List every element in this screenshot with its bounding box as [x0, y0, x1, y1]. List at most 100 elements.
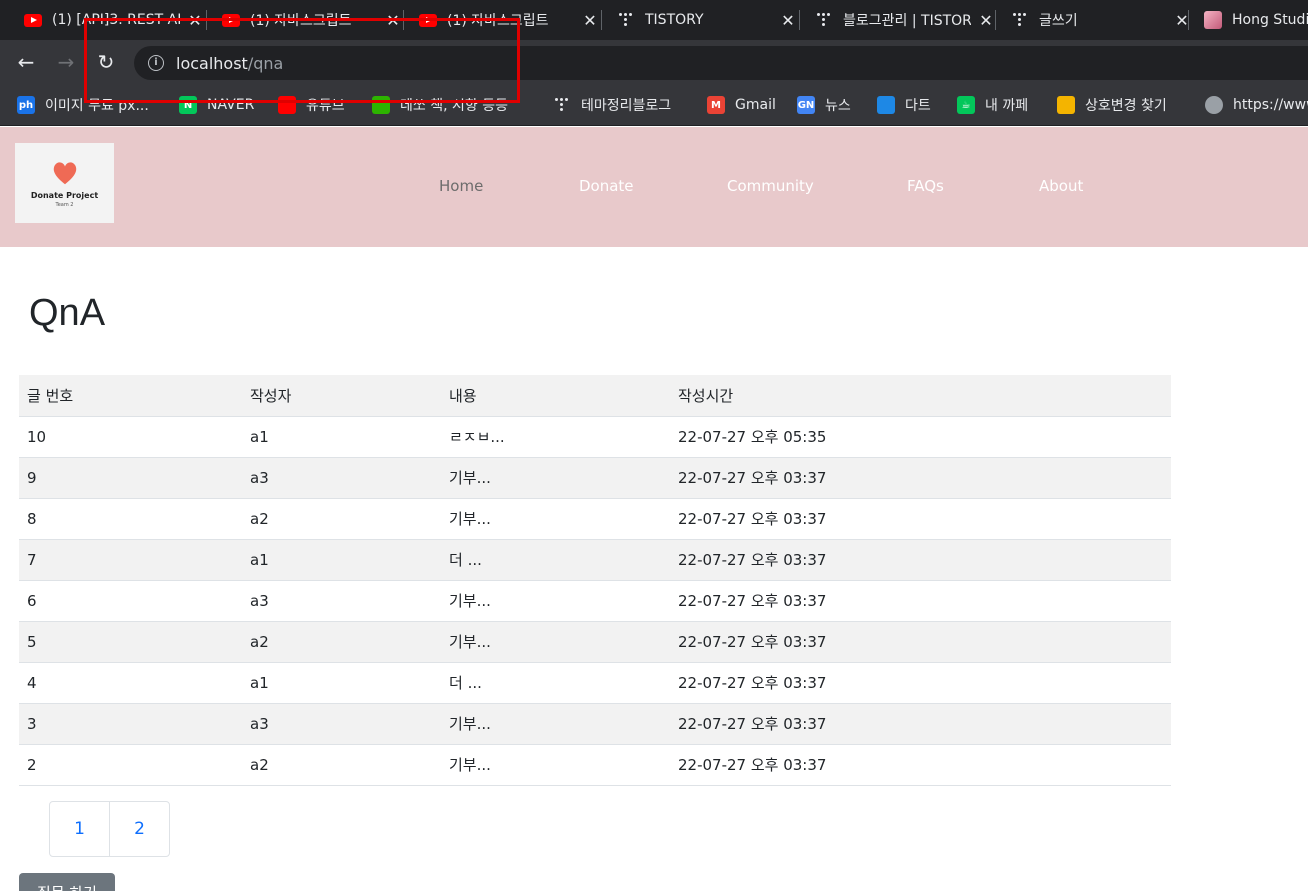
cell-number: 3	[19, 703, 242, 745]
bookmark-item[interactable]: N NAVER	[179, 94, 254, 116]
ask-question-button[interactable]: 질문 하기	[19, 873, 115, 891]
bookmark-item[interactable]: 데쏘 책, 시향 등등	[372, 94, 508, 116]
browser-tab[interactable]: (1) [API]3. REST API ✕	[24, 0, 204, 40]
browser-tab[interactable]: (1) 자바스크립트 ✕	[222, 0, 402, 40]
tab-separator	[206, 10, 207, 30]
table-row[interactable]: 2 a2 기부... 22-07-27 오후 03:37	[19, 744, 1171, 786]
reload-icon[interactable]: ↻	[94, 50, 118, 74]
bookmark-item[interactable]: M Gmail	[707, 94, 776, 116]
bookmark-icon	[1057, 96, 1075, 114]
url-path: /qna	[247, 53, 284, 73]
tistory-icon	[617, 11, 635, 29]
nav-about[interactable]: About	[1039, 177, 1083, 195]
browser-tab-bar: (1) [API]3. REST API ✕ (1) 자바스크립트 ✕ (1) 자바스크…	[0, 0, 1308, 40]
bookmark-item[interactable]: 다트	[877, 94, 931, 116]
cell-writer: a3	[242, 580, 441, 622]
bookmark-item[interactable]: https://www	[1205, 94, 1308, 116]
bookmark-label: 데쏘 책, 시향 등등	[400, 98, 508, 114]
tab-title: (1) 자바스크립트	[447, 13, 549, 29]
browser-tab[interactable]: Hong Studio	[1204, 0, 1308, 40]
table-row[interactable]: 8 a2 기부... 22-07-27 오후 03:37	[19, 498, 1171, 540]
page-link-1[interactable]: 1	[49, 801, 110, 857]
close-icon[interactable]: ✕	[977, 11, 995, 30]
profile-icon	[1204, 11, 1222, 29]
logo-subtitle: Team 2	[55, 202, 74, 208]
close-icon[interactable]: ✕	[186, 11, 204, 30]
bookmark-item[interactable]: ☕ 내 까페	[957, 94, 1028, 116]
table-row[interactable]: 10 a1 ㄹㅈㅂ... 22-07-27 오후 05:35	[19, 416, 1171, 458]
bookmark-icon: ☕	[957, 96, 975, 114]
bookmark-item[interactable]: 유튜브	[278, 94, 345, 116]
nav-donate[interactable]: Donate	[579, 177, 634, 195]
bookmark-icon	[278, 96, 296, 114]
heart-icon	[53, 162, 76, 185]
youtube-icon	[419, 11, 437, 29]
cell-number: 7	[19, 539, 242, 581]
close-icon[interactable]: ✕	[384, 11, 402, 30]
cell-number: 5	[19, 621, 242, 663]
close-icon[interactable]: ✕	[779, 11, 797, 30]
bookmark-label: NAVER	[207, 97, 255, 113]
nav-faqs[interactable]: FAQs	[907, 177, 944, 195]
bookmark-label: 상호변경 찾기	[1085, 98, 1167, 114]
cell-number: 10	[19, 416, 242, 458]
cell-time: 22-07-27 오후 03:37	[670, 539, 1171, 581]
table-row[interactable]: 9 a3 기부... 22-07-27 오후 03:37	[19, 457, 1171, 499]
table-row[interactable]: 4 a1 더 ... 22-07-27 오후 03:37	[19, 662, 1171, 704]
site-header: Donate Project Team 2 Home Donate Commun…	[0, 127, 1308, 247]
column-header-writer: 작성자	[242, 375, 441, 417]
cell-writer: a1	[242, 416, 441, 458]
bookmark-label: Gmail	[735, 97, 776, 113]
table-row[interactable]: 7 a1 더 ... 22-07-27 오후 03:37	[19, 539, 1171, 581]
bookmark-icon	[372, 96, 390, 114]
bookmark-icon: N	[179, 96, 197, 114]
cell-time: 22-07-27 오후 03:37	[670, 621, 1171, 663]
cell-content: 기부...	[441, 744, 670, 786]
bookmark-icon	[877, 96, 895, 114]
youtube-icon	[24, 11, 42, 29]
bookmarks-bar: ph 이미지 무료 px... N NAVER 유튜브 데쏘 책, 시향 등등 테마정리블로…	[0, 84, 1308, 126]
browser-tab[interactable]: (1) 자바스크립트 ✕	[419, 0, 599, 40]
table-row[interactable]: 5 a2 기부... 22-07-27 오후 03:37	[19, 621, 1171, 663]
site-info-icon[interactable]: i	[148, 55, 164, 71]
url-input[interactable]: i localhost/qna	[134, 46, 1308, 80]
logo-title: Donate Project	[30, 191, 99, 200]
column-header-content: 내용	[441, 375, 670, 417]
bookmark-label: 뉴스	[825, 98, 851, 114]
nav-community[interactable]: Community	[727, 177, 814, 195]
url-host: localhost	[176, 53, 248, 73]
tistory-icon	[815, 11, 833, 29]
bookmark-item[interactable]: 테마정리블로그	[553, 94, 671, 116]
column-header-number: 글 번호	[19, 375, 242, 417]
bookmark-label: 유튜브	[306, 98, 345, 114]
forward-arrow-icon[interactable]: →	[54, 50, 78, 74]
tab-title: (1) [API]3. REST API	[52, 12, 180, 28]
browser-tab[interactable]: 블로그관리 | TISTORY ✕	[815, 0, 995, 40]
bookmark-icon: ph	[17, 96, 35, 114]
bookmark-icon	[553, 96, 571, 114]
bookmark-item[interactable]: 상호변경 찾기	[1057, 94, 1167, 116]
table-row[interactable]: 3 a3 기부... 22-07-27 오후 03:37	[19, 703, 1171, 745]
cell-writer: a1	[242, 539, 441, 581]
tab-title: (1) 자바스크립트	[250, 13, 352, 29]
back-arrow-icon[interactable]: ←	[14, 50, 38, 74]
cell-time: 22-07-27 오후 05:35	[670, 416, 1171, 458]
tab-title: TISTORY	[645, 12, 704, 28]
cell-content: 기부...	[441, 457, 670, 499]
bookmark-label: https://www	[1233, 97, 1308, 113]
page-link-2[interactable]: 2	[109, 801, 170, 857]
bookmark-item[interactable]: ph 이미지 무료 px...	[17, 94, 149, 116]
table-row[interactable]: 6 a3 기부... 22-07-27 오후 03:37	[19, 580, 1171, 622]
site-logo[interactable]: Donate Project Team 2	[15, 143, 114, 223]
close-icon[interactable]: ✕	[581, 11, 599, 30]
bookmark-item[interactable]: GN 뉴스	[797, 94, 851, 116]
cell-writer: a2	[242, 744, 441, 786]
cell-time: 22-07-27 오후 03:37	[670, 580, 1171, 622]
bookmark-icon	[1205, 96, 1223, 114]
browser-tab[interactable]: TISTORY ✕	[617, 0, 797, 40]
bookmark-label: 내 까페	[985, 98, 1029, 114]
cell-content: 기부...	[441, 580, 670, 622]
nav-home[interactable]: Home	[439, 177, 483, 195]
browser-tab[interactable]: 글쓰기 ✕	[1011, 0, 1191, 40]
bookmark-icon: GN	[797, 96, 815, 114]
